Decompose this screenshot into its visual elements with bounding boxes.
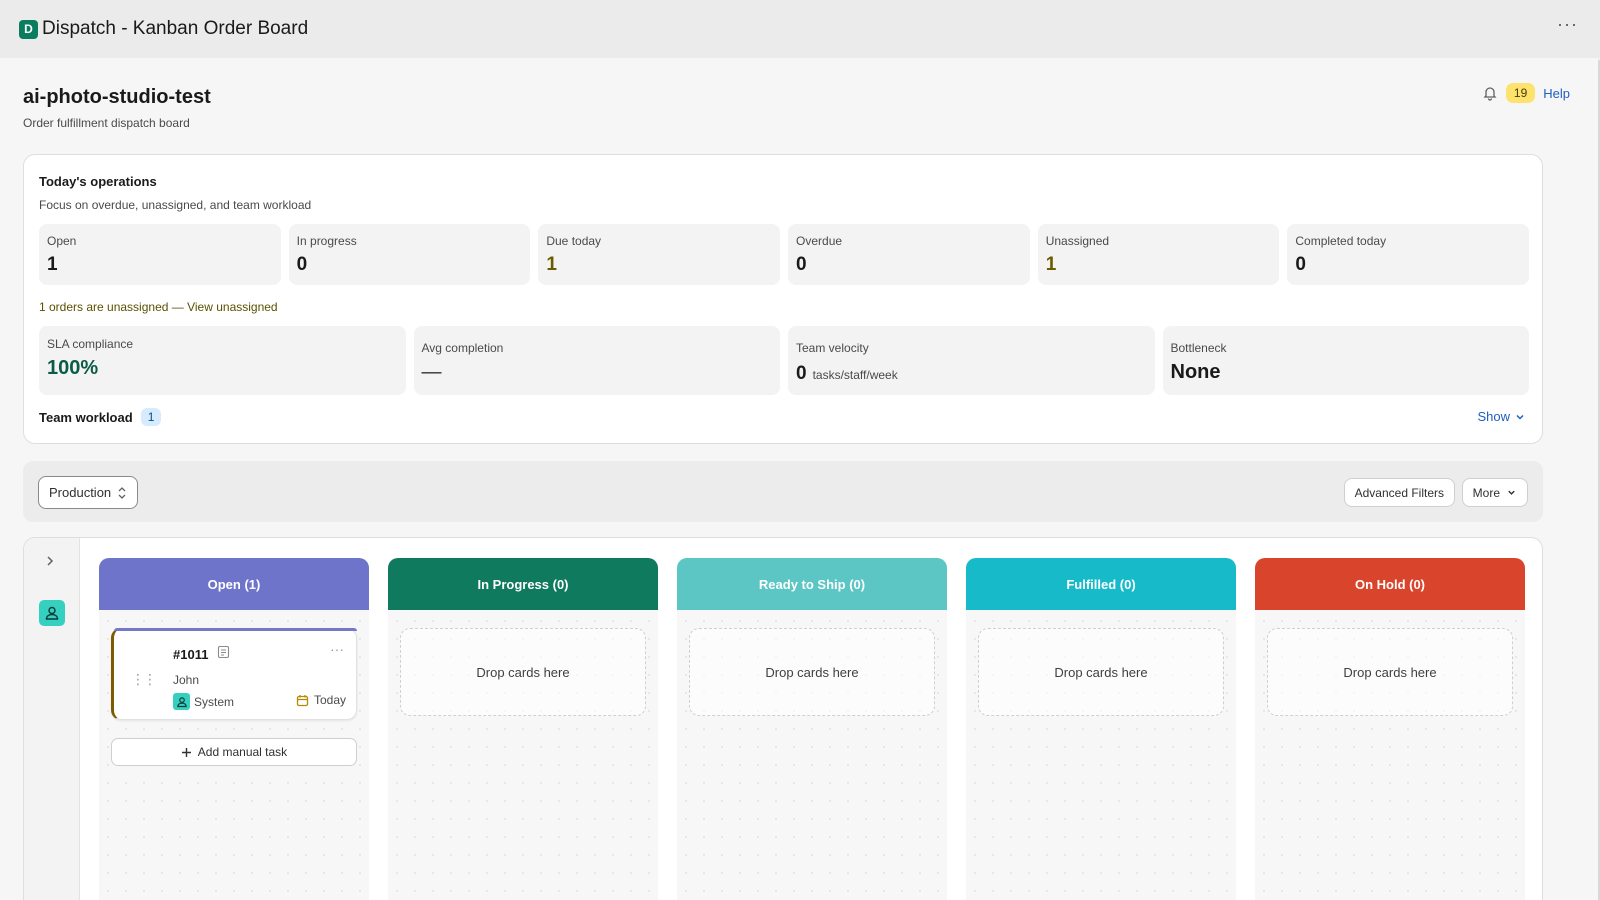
metric-value: None <box>1170 361 1221 383</box>
stat-value: 1 <box>546 254 557 275</box>
add-manual-task-button[interactable]: Add manual task <box>111 738 357 766</box>
drop-zone[interactable]: Drop cards here <box>978 628 1224 716</box>
drop-zone[interactable]: Drop cards here <box>689 628 935 716</box>
calendar-icon <box>296 694 309 706</box>
drag-handle-icon[interactable]: ⋮⋮ <box>131 671 157 688</box>
stat-label: Completed today <box>1295 234 1387 248</box>
stat-completed-today[interactable]: Completed today 0 <box>1287 224 1530 285</box>
column-header[interactable]: In Progress (0) <box>388 558 658 610</box>
expand-sidebar-chevron-icon[interactable] <box>45 554 55 570</box>
stat-label: Unassigned <box>1045 234 1110 248</box>
team-workload: Team workload 1 <box>39 408 162 426</box>
select-arrows-icon <box>118 486 126 499</box>
customer-name: John <box>173 673 200 687</box>
kanban-board: Open (1) ⋮⋮ #1011 ··· John System Today <box>23 537 1543 900</box>
column-in-progress: In Progress (0) Drop cards here <box>388 558 658 900</box>
column-header[interactable]: On Hold (0) <box>1255 558 1525 610</box>
app-title: Dispatch - Kanban Order Board <box>42 18 309 39</box>
column-header[interactable]: Ready to Ship (0) <box>677 558 947 610</box>
card-menu-icon[interactable]: ··· <box>330 641 344 657</box>
order-card[interactable]: ⋮⋮ #1011 ··· John System Today <box>111 628 357 720</box>
drop-zone[interactable]: Drop cards here <box>400 628 646 716</box>
note-icon[interactable] <box>217 645 230 659</box>
app-logo: D <box>19 19 38 39</box>
stat-value: 1 <box>1045 254 1057 275</box>
column-fulfilled: Fulfilled (0) Drop cards here <box>966 558 1236 900</box>
page-subtitle: Order fulfillment dispatch board <box>23 116 190 130</box>
metric-team-velocity: Team velocity 0 tasks/staff/week <box>788 326 1155 395</box>
view-select-value: Production <box>49 485 112 500</box>
unassigned-note: 1 orders are unassigned — View unassigne… <box>39 300 278 314</box>
header-actions: 19 Help <box>1482 83 1570 103</box>
metric-label: Avg completion <box>421 341 504 355</box>
view-unassigned-link[interactable]: View unassigned <box>187 300 278 314</box>
more-button[interactable]: More <box>1461 478 1528 507</box>
person-icon <box>173 693 190 710</box>
notification-count-badge[interactable]: 19 <box>1505 83 1536 103</box>
stats-row: Open 1 In progress 0 Due today 1 Overdue… <box>39 224 1530 285</box>
metric-bottleneck: Bottleneck None <box>1162 326 1529 395</box>
advanced-filters-button[interactable]: Advanced Filters <box>1343 478 1455 507</box>
metric-label: Bottleneck <box>1170 341 1227 355</box>
show-workload-toggle[interactable]: Show <box>1477 409 1526 424</box>
add-manual-task-label: Add manual task <box>197 745 288 759</box>
operations-title: Today's operations <box>39 174 157 189</box>
metric-value: — <box>421 361 442 383</box>
app-bar: D Dispatch - Kanban Order Board ··· <box>0 0 1600 58</box>
advanced-filters-label: Advanced Filters <box>1354 485 1444 500</box>
more-label: More <box>1472 485 1500 500</box>
operations-subtitle: Focus on overdue, unassigned, and team w… <box>39 198 312 212</box>
chevron-down-icon <box>1516 414 1524 420</box>
stat-value: 0 <box>796 254 807 275</box>
metric-avg-completion: Avg completion — <box>413 326 780 395</box>
column-on-hold: On Hold (0) Drop cards here <box>1255 558 1525 900</box>
column-header[interactable]: Fulfilled (0) <box>966 558 1236 610</box>
help-link[interactable]: Help <box>1543 86 1570 101</box>
card-due-date[interactable]: Today <box>296 693 346 707</box>
metrics-row: SLA compliance 100% Avg completion — Tea… <box>39 326 1529 395</box>
page-content: ai-photo-studio-test Order fulfillment d… <box>0 58 1598 900</box>
stat-unassigned[interactable]: Unassigned 1 <box>1037 224 1280 285</box>
stat-value: 0 <box>1295 254 1306 275</box>
plus-icon <box>181 747 191 757</box>
card-assignee[interactable]: System <box>173 693 234 710</box>
stat-overdue[interactable]: Overdue 0 <box>788 224 1030 285</box>
app-more-menu-icon[interactable]: ··· <box>1557 14 1578 35</box>
metric-unit: tasks/staff/week <box>812 368 898 382</box>
stat-label: Open <box>47 234 77 248</box>
view-select[interactable]: Production <box>38 476 139 509</box>
stat-value: 1 <box>47 254 58 275</box>
assignee-name: System <box>194 694 235 709</box>
stat-label: In progress <box>296 234 357 248</box>
stat-in-progress[interactable]: In progress 0 <box>288 224 531 285</box>
filter-toolbar: Production Advanced Filters More <box>23 461 1543 522</box>
bell-icon[interactable] <box>1482 85 1498 101</box>
stat-label: Overdue <box>796 234 843 248</box>
metric-sla: SLA compliance 100% <box>39 326 406 395</box>
chevron-down-icon <box>1508 490 1515 495</box>
team-workload-badge: 1 <box>140 408 162 426</box>
stat-due-today[interactable]: Due today 1 <box>538 224 781 285</box>
operations-card: Today's operations Focus on overdue, una… <box>23 154 1543 444</box>
metric-value: 100% <box>47 357 99 379</box>
stat-value: 0 <box>296 254 308 275</box>
board-sidebar <box>24 538 80 900</box>
order-id[interactable]: #1011 <box>173 647 208 662</box>
metric-value: 0 <box>796 363 807 384</box>
column-header[interactable]: Open (1) <box>99 558 369 610</box>
metric-label: SLA compliance <box>47 337 134 351</box>
person-icon <box>45 606 59 620</box>
unassigned-note-text: 1 orders are unassigned — <box>39 300 188 314</box>
metric-label: Team velocity <box>796 341 869 355</box>
due-label: Today <box>313 693 346 707</box>
column-open: Open (1) ⋮⋮ #1011 ··· John System Today <box>99 558 369 900</box>
stat-open[interactable]: Open 1 <box>39 224 281 285</box>
show-label: Show <box>1477 409 1510 424</box>
drop-zone[interactable]: Drop cards here <box>1267 628 1513 716</box>
staff-avatar[interactable] <box>39 600 65 626</box>
team-workload-label: Team workload <box>39 409 133 425</box>
stat-label: Due today <box>546 234 602 248</box>
page-title: ai-photo-studio-test <box>23 86 211 108</box>
column-ready-to-ship: Ready to Ship (0) Drop cards here <box>677 558 947 900</box>
